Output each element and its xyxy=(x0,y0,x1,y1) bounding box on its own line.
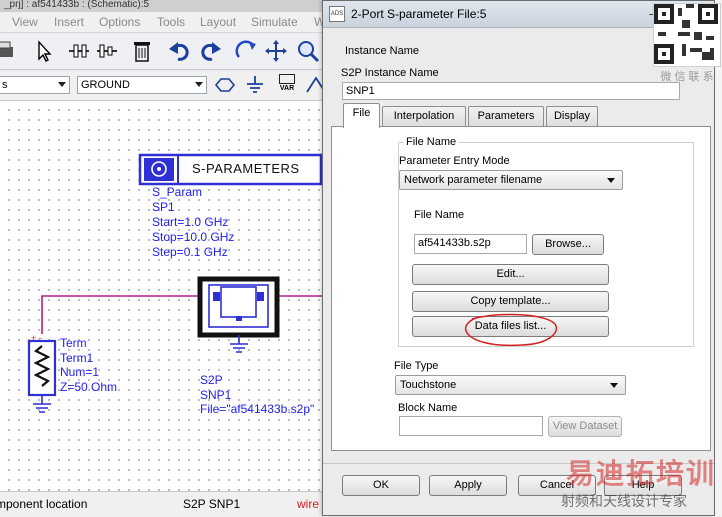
sparams-line: SP1 xyxy=(152,200,175,214)
edit-button[interactable]: Edit... xyxy=(412,264,609,285)
view-dataset-label: View Dataset xyxy=(552,420,618,432)
sparams-line: Start=1.0 GHz xyxy=(152,215,229,229)
file-type-select[interactable]: Touchstone xyxy=(395,375,626,395)
param-entry-select[interactable]: Network parameter filename xyxy=(399,170,623,190)
s2p-line: File="af541433b.s2p" xyxy=(200,402,315,416)
brand-watermark: 易迪拓培训 xyxy=(566,457,717,490)
browse-label: Browse... xyxy=(545,238,591,250)
status-right: wire xyxy=(297,497,320,511)
view-dataset-button[interactable]: View Dataset xyxy=(548,416,622,437)
browse-button[interactable]: Browse... xyxy=(532,234,604,255)
s2p-instance-label: S2P Instance Name xyxy=(341,67,439,79)
file-name-label: File Name xyxy=(414,209,465,221)
tab-display[interactable]: Display xyxy=(546,106,598,127)
status-bar: mponent location S2P SNP1 wire xyxy=(0,491,330,517)
block-name-input[interactable] xyxy=(399,416,543,436)
app-icon: ADS xyxy=(329,6,345,22)
param-entry-value: Network parameter filename xyxy=(404,174,543,186)
ground-icon xyxy=(33,403,51,413)
status-mid: S2P SNP1 xyxy=(183,497,241,511)
block-name-label: Block Name xyxy=(398,402,458,414)
file-type-value: Touchstone xyxy=(400,379,457,391)
copy-template-button[interactable]: Copy template... xyxy=(412,291,609,312)
sparams-line: Stop=10.0 GHz xyxy=(152,230,235,244)
ok-label: OK xyxy=(373,479,389,491)
chevron-down-icon xyxy=(610,383,618,388)
wire-term-to-s2p[interactable] xyxy=(41,295,200,334)
term-line: Term1 xyxy=(60,350,94,365)
instance-name-input[interactable]: SNP1 xyxy=(342,82,680,100)
copy-template-label: Copy template... xyxy=(470,295,551,307)
status-left: mponent location xyxy=(0,497,88,511)
tab-file-label: File xyxy=(352,107,371,119)
term-component[interactable] xyxy=(27,339,57,397)
param-entry-label: Parameter Entry Mode xyxy=(399,155,510,167)
ground-icon xyxy=(230,343,248,353)
ok-button[interactable]: OK xyxy=(342,475,420,496)
tab-parameters-label: Parameters xyxy=(477,110,535,122)
chevron-down-icon xyxy=(607,178,615,183)
term-pins-label: + - xyxy=(31,333,42,343)
file-tab-panel: File Name Parameter Entry Mode Network p… xyxy=(331,126,711,451)
apply-button[interactable]: Apply xyxy=(429,475,507,496)
tab-interpolation[interactable]: Interpolation xyxy=(382,106,466,127)
s2p-params: S2P SNP1 File="af541433b.s2p" xyxy=(200,373,314,417)
term-line: Z=50 Ohm xyxy=(60,379,118,394)
instance-name-value: SNP1 xyxy=(346,85,375,97)
term-line: Term xyxy=(60,336,87,350)
sparams-params: S-PARAMETERS S_Param SP1 Start=1.0 GHz S… xyxy=(152,161,299,260)
s2p-line: S2P xyxy=(200,373,223,387)
file-name-group-label: File Name xyxy=(404,136,459,148)
dialog-title: 2-Port S-parameter File:5 xyxy=(351,7,487,21)
tab-display-label: Display xyxy=(553,110,591,122)
file-name-input[interactable]: af541433b.s2p xyxy=(414,234,527,254)
brand-watermark-subtitle: 射频和天线设计专家 xyxy=(561,494,687,510)
term-params: Term Term1 Num=1 Z=50 Ohm xyxy=(60,336,117,394)
tab-interpolation-label: Interpolation xyxy=(393,110,455,122)
red-circle-annotation xyxy=(464,313,558,347)
apply-label: Apply xyxy=(454,479,482,491)
s2p-line: SNP1 xyxy=(200,387,232,402)
file-name-value: af541433b.s2p xyxy=(418,237,491,249)
tab-file[interactable]: File xyxy=(343,103,380,128)
file-type-label: File Type xyxy=(394,360,439,372)
sparams-line: S_Param xyxy=(152,185,203,199)
qr-code-watermark xyxy=(653,3,721,67)
term-line: Num=1 xyxy=(60,365,100,379)
tab-parameters[interactable]: Parameters xyxy=(468,106,544,127)
instance-name-label: Instance Name xyxy=(345,45,419,57)
qr-code-icon xyxy=(654,4,718,64)
sparams-line: Step=0.1 GHz xyxy=(152,245,228,259)
qr-caption: 微 信 联 系 xyxy=(660,71,714,83)
edit-label: Edit... xyxy=(496,268,525,280)
